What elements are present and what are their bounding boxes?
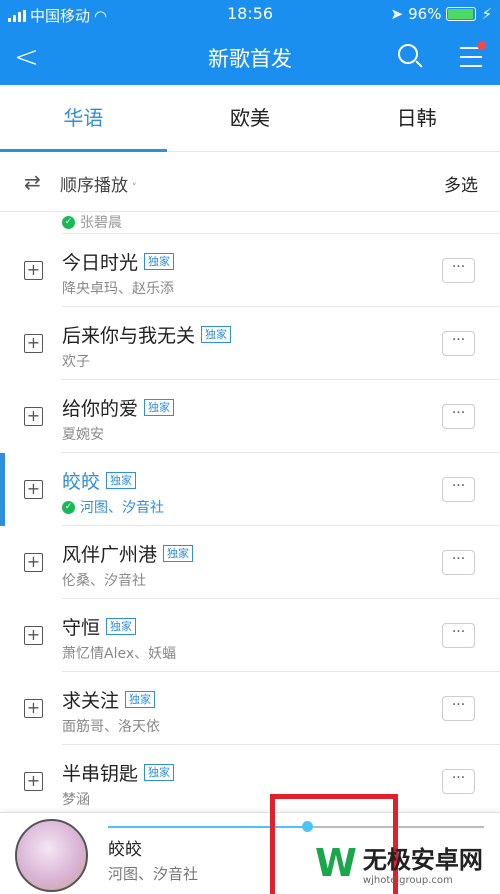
list-item[interactable]: + 后来你与我无关 独家 欢子 ···	[0, 307, 500, 380]
watermark: W 无极安卓网 wjhotelgroup.com	[315, 840, 483, 886]
more-button[interactable]: ···	[442, 404, 475, 429]
more-button[interactable]: ···	[442, 550, 475, 575]
exclusive-badge: 独家	[125, 691, 156, 708]
exclusive-badge: 独家	[106, 472, 137, 489]
nav-bar: < 新歌首发	[0, 30, 500, 85]
watermark-logo: W	[315, 841, 357, 885]
list-item[interactable]: ✓ 张碧晨	[62, 212, 500, 234]
song-title: 半串钥匙	[62, 763, 139, 785]
play-mode-label: 顺序播放	[60, 176, 128, 196]
exclusive-badge: 独家	[201, 326, 232, 343]
more-button[interactable]: ···	[442, 769, 475, 794]
multi-select-button[interactable]: 多选	[444, 171, 478, 196]
album-cover[interactable]	[15, 819, 88, 892]
song-title: 今日时光	[62, 252, 139, 274]
tab-bar: 华语 欧美 日韩	[0, 85, 500, 152]
more-button[interactable]: ···	[442, 477, 475, 502]
song-title: 风伴广州港	[62, 544, 158, 566]
song-artist: 张碧晨	[80, 214, 122, 231]
player-artist: 河图、汐音社	[108, 865, 199, 883]
battery-icon	[446, 7, 477, 21]
exclusive-badge: 独家	[144, 764, 175, 781]
chevron-down-icon: ˅	[128, 181, 137, 194]
add-icon[interactable]: +	[24, 553, 43, 572]
list-item[interactable]: + 今日时光 独家 降央卓玛、赵乐添 ···	[0, 234, 500, 307]
song-artist: 萧忆情Alex、妖蝠	[62, 646, 177, 662]
add-icon[interactable]: +	[24, 261, 43, 280]
song-title: 后来你与我无关	[62, 325, 196, 347]
list-item[interactable]: + 皎皎 独家 ✓ 河图、汐音社 ···	[0, 453, 500, 526]
song-artist: 欢子	[62, 354, 90, 370]
list-toolbar: ⇄ 顺序播放 ˅ 多选	[0, 152, 500, 212]
exclusive-badge: 独家	[106, 618, 137, 635]
menu-icon[interactable]	[460, 47, 482, 74]
song-title: 皎皎	[62, 471, 101, 493]
exclusive-badge: 独家	[163, 545, 194, 562]
song-title: 给你的爱	[62, 398, 139, 420]
page-title: 新歌首发	[208, 47, 292, 71]
tab-japan-korea[interactable]: 日韩	[333, 85, 500, 151]
list-item[interactable]: + 求关注 独家 面筋哥、洛天依 ···	[0, 672, 500, 745]
status-bar: 中国移动 ◠ 18:56 ➤ 96% ⚡	[0, 0, 500, 30]
tab-western[interactable]: 欧美	[167, 85, 334, 151]
add-icon[interactable]: +	[24, 626, 43, 645]
notification-dot	[477, 41, 486, 50]
list-item[interactable]: + 半串钥匙 独家 梦涵 ···	[0, 745, 500, 812]
add-icon[interactable]: +	[24, 334, 43, 353]
check-icon: ✓	[62, 500, 75, 514]
song-artist: 梦涵	[62, 792, 90, 808]
search-icon[interactable]	[398, 44, 418, 64]
more-button[interactable]: ···	[442, 696, 475, 721]
watermark-name: 无极安卓网	[362, 846, 483, 874]
song-artist: 河图、汐音社	[80, 500, 164, 516]
exclusive-badge: 独家	[144, 253, 175, 270]
battery-percent: 96%	[408, 5, 442, 23]
player-title: 皎皎	[108, 840, 142, 860]
add-icon[interactable]: +	[24, 699, 43, 718]
add-icon[interactable]: +	[24, 480, 43, 499]
song-artist: 面筋哥、洛天依	[62, 719, 160, 735]
exclusive-badge: 独家	[144, 399, 175, 416]
song-artist: 降央卓玛、赵乐添	[62, 281, 174, 297]
song-artist: 夏婉安	[62, 427, 104, 443]
watermark-url: wjhotelgroup.com	[362, 875, 453, 886]
more-button[interactable]: ···	[442, 258, 475, 283]
list-item[interactable]: + 风伴广州港 独家 伦桑、汐音社 ···	[0, 526, 500, 599]
more-button[interactable]: ···	[442, 331, 475, 356]
tab-chinese[interactable]: 华语	[0, 85, 167, 152]
add-icon[interactable]: +	[24, 772, 43, 791]
sequential-play-icon[interactable]: ⇄	[24, 170, 41, 194]
song-artist: 伦桑、汐音社	[62, 573, 146, 589]
more-button[interactable]: ···	[442, 623, 475, 648]
song-title: 守恒	[62, 617, 101, 639]
location-icon: ➤	[390, 5, 404, 23]
list-item[interactable]: + 给你的爱 独家 夏婉安 ···	[0, 380, 500, 453]
add-icon[interactable]: +	[24, 407, 43, 426]
song-list: ✓ 张碧晨 + 今日时光 独家 降央卓玛、赵乐添 ··· + 后来你与我无关 独家 欢子…	[0, 212, 500, 812]
song-title: 求关注	[62, 690, 120, 712]
play-mode-dropdown[interactable]: 顺序播放 ˅	[60, 171, 137, 196]
list-item[interactable]: + 守恒 独家 萧忆情Alex、妖蝠 ···	[0, 599, 500, 672]
charging-icon: ⚡	[481, 5, 492, 23]
check-icon: ✓	[62, 216, 75, 229]
